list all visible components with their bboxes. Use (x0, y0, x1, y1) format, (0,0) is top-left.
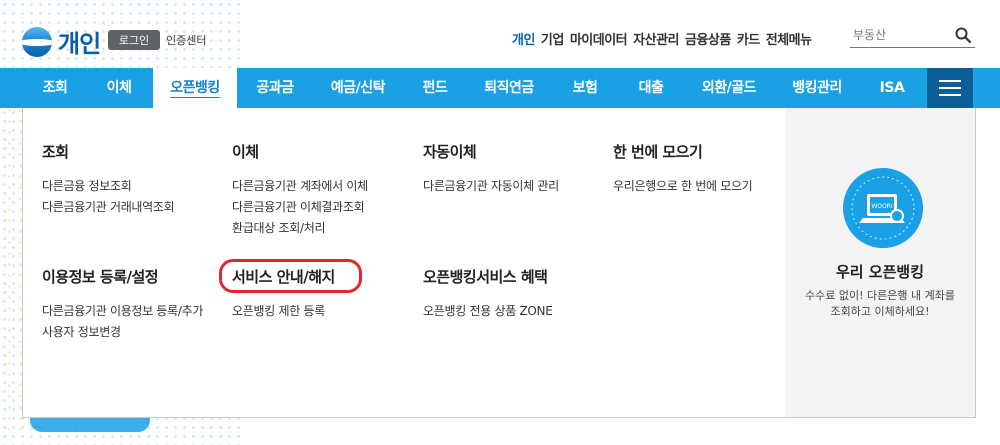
menu-group-title: 한 번에 모으기 (613, 143, 703, 161)
search-input[interactable] (850, 24, 948, 46)
logo[interactable]: 개인 (22, 24, 101, 59)
gnb-item-deposit[interactable]: 예금/신탁 (318, 68, 398, 108)
menu-link[interactable]: 다른금융기관 이용정보 등록/추가 (42, 301, 214, 322)
highlight-outline (219, 259, 362, 293)
hamburger-menu-icon[interactable] (927, 68, 973, 108)
menu-group-title: 이용정보 등록/설정 (42, 268, 159, 286)
gnb-item-openbanking[interactable]: 오픈뱅킹 (153, 68, 237, 108)
menu-group-title: 자동이체 (423, 143, 477, 161)
utility-nav: 개인 기업 마이데이터 자산관리 금융상품 카드 전체메뉴 (512, 29, 818, 48)
gnb-item-fx-gold[interactable]: 외환/골드 (688, 68, 770, 108)
util-nav-card[interactable]: 카드 (737, 29, 760, 48)
openbanking-dropdown: 조회 다른금융 정보조회 다른금융기관 거래내역조회 이체 다른금융기관 계좌에… (22, 108, 976, 418)
menu-group-auto-transfer: 자동이체 다른금융기관 자동이체 관리 (423, 141, 559, 197)
util-nav-personal[interactable]: 개인 (512, 29, 535, 48)
menu-link[interactable]: 사용자 정보변경 (42, 322, 214, 343)
menu-link[interactable]: 환급대상 조회/처리 (232, 218, 368, 239)
header: 개인 로그인 인증센터 개인 기업 마이데이터 자산관리 금융상품 카드 전체메… (0, 0, 1000, 68)
promo-desc-line: 수수료 없이! 다른은행 내 계좌를 (805, 289, 955, 302)
menu-link[interactable]: 다른금융 정보조회 (42, 176, 174, 197)
menu-group-registration: 이용정보 등록/설정 다른금융기관 이용정보 등록/추가 사용자 정보변경 (42, 266, 214, 343)
search-icon[interactable] (955, 27, 971, 43)
menu-group-transfer: 이체 다른금융기관 계좌에서 이체 다른금융기관 이체결과조회 환급대상 조회/… (232, 141, 368, 239)
menu-group-title: 이체 (232, 143, 259, 161)
page: 개인 로그인 인증센터 개인 기업 마이데이터 자산관리 금융상품 카드 전체메… (0, 0, 1000, 445)
search-box (850, 24, 975, 48)
promo-desc-line: 조회하고 이체하세요! (830, 305, 930, 318)
laptop-coin-icon: WOORI (843, 168, 923, 248)
woori-logo-icon (22, 26, 52, 57)
menu-link[interactable]: 오픈뱅킹 전용 상품 ZONE (423, 301, 553, 322)
promo-icon-label: WOORI (871, 203, 893, 210)
bottom-banner-edge (30, 418, 150, 432)
gnb-item-utility-bills[interactable]: 공과금 (240, 68, 310, 108)
menu-link[interactable]: 다른금융기관 거래내역조회 (42, 197, 175, 218)
promo-title: 우리 오픈뱅킹 (835, 263, 925, 281)
gnb-item-isa[interactable]: ISA (864, 68, 920, 108)
gnb-item-insurance[interactable]: 보험 (555, 68, 615, 108)
menu-group-benefits: 오픈뱅킹서비스 혜택 오픈뱅킹 전용 상품 ZONE (423, 266, 553, 322)
util-nav-mydata[interactable]: 마이데이터 (570, 29, 628, 48)
cert-center-link[interactable]: 인증센터 (166, 32, 206, 48)
menu-group-title: 오픈뱅킹서비스 혜택 (423, 268, 548, 286)
promo-description: 수수료 없이! 다른은행 내 계좌를 조회하고 이체하세요! (800, 288, 960, 320)
login-button[interactable]: 로그인 (108, 30, 160, 50)
util-nav-products[interactable]: 금융상품 (685, 29, 731, 48)
menu-group-inquiry: 조회 다른금융 정보조회 다른금융기관 거래내역조회 (42, 141, 175, 218)
menu-link[interactable]: 다른금융기관 이체결과조회 (232, 197, 368, 218)
gnb-item-loan[interactable]: 대출 (621, 68, 681, 108)
promo-panel[interactable]: WOORI 우리 오픈뱅킹 수수료 없이! 다른은행 내 계좌를 조회하고 이체… (785, 108, 975, 417)
menu-link[interactable]: 다른금융기관 자동이체 관리 (423, 176, 559, 197)
gnb-item-pension[interactable]: 퇴직연금 (470, 68, 548, 108)
gnb-item-inquiry[interactable]: 조회 (20, 68, 90, 108)
util-nav-business[interactable]: 기업 (541, 29, 564, 48)
menu-link[interactable]: 다른금융기관 계좌에서 이체 (232, 176, 368, 197)
menu-group-gather: 한 번에 모으기 우리은행으로 한 번에 모으기 (613, 141, 753, 197)
gnb-item-fund[interactable]: 펀드 (405, 68, 465, 108)
logo-text: 개인 (58, 30, 101, 58)
menu-group-title: 조회 (42, 143, 69, 161)
gnb-item-transfer[interactable]: 이체 (85, 68, 153, 108)
menu-link[interactable]: 오픈뱅킹 제한 등록 (232, 301, 335, 322)
main-nav: 조회 이체 오픈뱅킹 공과금 예금/신탁 펀드 퇴직연금 보험 대출 외환/골드… (0, 68, 1000, 108)
util-nav-asset[interactable]: 자산관리 (633, 29, 679, 48)
util-nav-allmenu[interactable]: 전체메뉴 (766, 29, 812, 48)
gnb-item-banking-mgmt[interactable]: 뱅킹관리 (776, 68, 858, 108)
menu-link[interactable]: 우리은행으로 한 번에 모으기 (613, 176, 753, 197)
